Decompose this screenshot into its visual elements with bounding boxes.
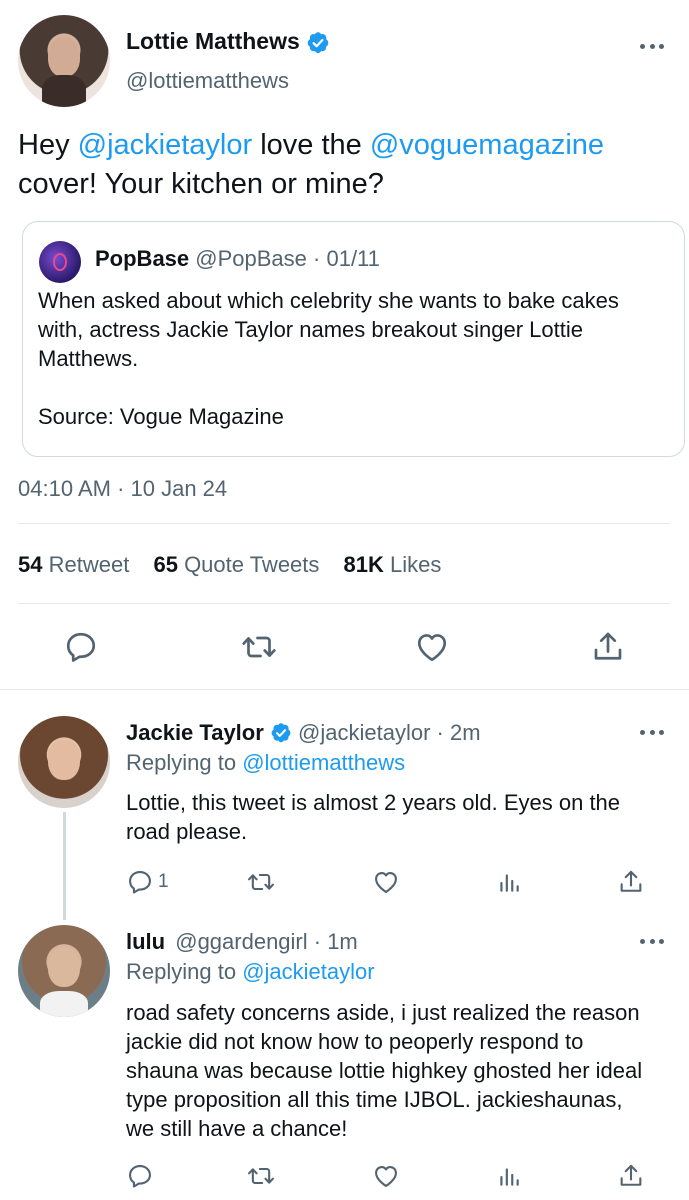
retweet-count: 54 [18, 552, 43, 577]
analytics-icon[interactable] [496, 1163, 522, 1189]
quoted-author-handle: @PopBase [195, 246, 307, 271]
divider [18, 603, 670, 604]
quoted-author-avatar [39, 241, 81, 283]
reply-author-handle[interactable]: @ggardengirl · 1m [175, 929, 358, 954]
author-handle[interactable]: @lottiematthews [126, 68, 289, 94]
reply-button[interactable]: 1 [126, 868, 169, 896]
reply-icon[interactable] [126, 1162, 154, 1190]
tweet-text: Hey @jackietaylor love the @voguemagazin… [18, 126, 678, 204]
reply-author-row: Jackie Taylor @jackietaylor · 2m [126, 720, 481, 746]
mention-link[interactable]: @jackietaylor [78, 129, 253, 161]
more-icon[interactable] [640, 937, 664, 945]
quote-label: Quote Tweets [184, 552, 320, 577]
heart-icon[interactable] [372, 868, 400, 896]
tweet-timestamp[interactable]: 04:10 AM · 10 Jan 24 [18, 476, 227, 502]
likes-stat[interactable]: 81K Likes [344, 552, 442, 577]
reply-icon[interactable] [63, 629, 99, 665]
quote-tweet-stat[interactable]: 65 Quote Tweets [153, 552, 319, 577]
quote-count: 65 [153, 552, 178, 577]
verified-badge-icon [306, 31, 330, 55]
divider [18, 523, 670, 524]
heart-icon[interactable] [414, 629, 450, 665]
tweet-text-part: Hey [18, 129, 78, 161]
reply-author-name[interactable]: lulu [126, 929, 165, 954]
replying-to-link[interactable]: @jackietaylor [242, 959, 374, 984]
share-icon[interactable] [617, 1162, 645, 1190]
verified-badge-icon [270, 722, 292, 744]
heart-icon[interactable] [372, 1162, 400, 1190]
retweet-icon[interactable] [247, 1162, 275, 1190]
quoted-source: Source: Vogue Magazine [38, 404, 284, 429]
mention-link[interactable]: @voguemagazine [370, 129, 604, 161]
reply-icon [126, 868, 154, 896]
reply-author-avatar[interactable] [18, 716, 110, 808]
replying-to-link[interactable]: @lottiematthews [242, 750, 405, 775]
share-icon[interactable] [590, 629, 626, 665]
tweet-stats: 54 Retweet 65 Quote Tweets 81K Likes [18, 552, 441, 578]
analytics-icon[interactable] [496, 869, 522, 895]
author-name[interactable]: Lottie Matthews [126, 28, 300, 54]
quoted-text: When asked about which celebrity she wan… [38, 288, 619, 371]
likes-label: Likes [390, 552, 442, 577]
share-icon[interactable] [617, 868, 645, 896]
quoted-date: · 01/11 [313, 246, 380, 271]
quoted-author-name: PopBase [95, 246, 190, 271]
retweet-stat[interactable]: 54 Retweet [18, 552, 129, 577]
author-avatar[interactable] [18, 15, 110, 107]
replying-to-prefix: Replying to [126, 959, 243, 984]
replying-to: Replying to @lottiematthews [126, 750, 405, 776]
more-icon[interactable] [640, 728, 664, 736]
reply-author-handle[interactable]: @jackietaylor · 2m [298, 720, 481, 745]
author-name-row: Lottie Matthews [126, 28, 330, 55]
thread-line [63, 812, 66, 920]
quoted-author-row: PopBase @PopBase · 01/11 [95, 246, 380, 272]
replying-to-prefix: Replying to [126, 750, 243, 775]
tweet-text-part: cover! Your kitchen or mine? [18, 168, 384, 200]
replying-to: Replying to @jackietaylor [126, 959, 375, 985]
reply-author-avatar[interactable] [18, 925, 110, 1017]
reply-text: road safety concerns aside, i just reali… [126, 1000, 643, 1141]
reply-count: 1 [158, 871, 169, 892]
retweet-icon[interactable] [241, 629, 277, 665]
tweet-text-part: love the [252, 129, 370, 161]
more-icon[interactable] [640, 42, 664, 50]
retweet-label: Retweet [48, 552, 130, 577]
reply-text: Lottie, this tweet is almost 2 years old… [126, 790, 621, 844]
reply-author-row: lulu @ggardengirl · 1m [126, 929, 358, 955]
quoted-tweet-card[interactable]: PopBase @PopBase · 01/11 When asked abou… [22, 221, 685, 457]
retweet-icon[interactable] [247, 868, 275, 896]
reply-author-name[interactable]: Jackie Taylor [126, 720, 264, 745]
likes-count: 81K [343, 552, 384, 577]
divider [0, 689, 689, 690]
